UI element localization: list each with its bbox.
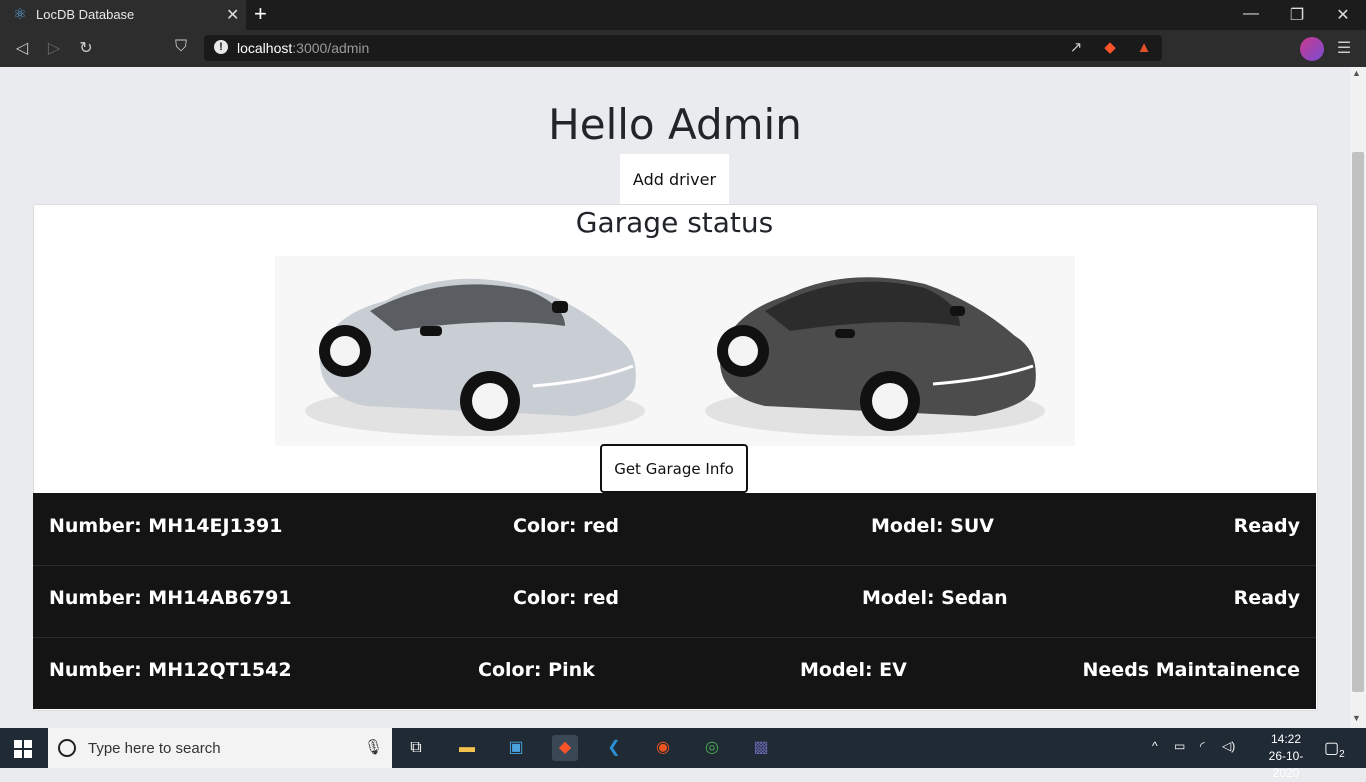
store-icon[interactable]: ▣ <box>503 735 529 761</box>
new-tab-button[interactable]: + <box>254 3 267 25</box>
car-status: Needs Maintainence <box>1082 659 1300 681</box>
clock[interactable]: 14:22 26-10-2020 <box>1256 731 1316 782</box>
car-image-silver <box>275 256 675 446</box>
volume-icon[interactable]: ◁) <box>1222 739 1235 753</box>
chevron-up-icon[interactable]: ^ <box>1152 739 1158 753</box>
car-number: Number: MH14AB6791 <box>49 587 292 609</box>
task-view-icon[interactable]: ⧉ <box>403 735 429 761</box>
url-text[interactable]: localhost:3000/admin <box>237 40 369 56</box>
chrome-icon[interactable]: ◎ <box>699 735 725 761</box>
battery-icon[interactable]: ▭ <box>1174 739 1185 753</box>
clock-date: 26-10-2020 <box>1268 749 1304 780</box>
table-row: Number: MH14EJ1391 Color: red Model: SUV… <box>33 493 1316 566</box>
car-color: Color: red <box>513 515 620 537</box>
url-host: localhost <box>237 40 293 56</box>
start-button[interactable] <box>14 740 32 758</box>
site-info-icon[interactable]: ! <box>214 40 228 54</box>
car-model: Model: Sedan <box>862 587 1008 609</box>
add-driver-button[interactable]: Add driver <box>620 154 729 204</box>
file-explorer-icon[interactable]: ▬ <box>454 735 480 761</box>
search-placeholder: Type here to search <box>88 740 221 757</box>
taskbar-search[interactable]: Type here to search 🎙 <box>48 728 392 768</box>
browser-tab[interactable]: ⚛ LocDB Database ✕ <box>0 0 246 30</box>
scroll-up-icon[interactable]: ▲ <box>1352 68 1361 78</box>
car-number: Number: MH14EJ1391 <box>49 515 283 537</box>
menu-icon[interactable]: ☰ <box>1333 38 1355 58</box>
car-status: Ready <box>1233 587 1300 609</box>
get-garage-info-button[interactable]: Get Garage Info <box>600 444 748 493</box>
ubuntu-icon[interactable]: ◉ <box>650 735 676 761</box>
url-path: :3000/admin <box>292 40 370 56</box>
clock-time: 14:22 <box>1270 732 1302 746</box>
back-button[interactable]: ◁ <box>11 38 33 58</box>
tab-close-icon[interactable]: ✕ <box>226 5 239 25</box>
car-color: Color: red <box>513 587 620 609</box>
car-status: Ready <box>1233 515 1300 537</box>
notification-count: 2 <box>1339 749 1345 761</box>
page-title: Hello Admin <box>548 100 802 149</box>
garage-title: Garage status <box>575 206 774 239</box>
share-icon[interactable]: ↗ <box>1067 39 1085 57</box>
vscode-icon[interactable]: ❮ <box>601 735 627 761</box>
cortana-icon <box>58 739 76 757</box>
reload-button[interactable]: ↻ <box>75 38 97 58</box>
car-model: Model: EV <box>800 659 907 681</box>
scroll-down-icon[interactable]: ▼ <box>1352 713 1361 723</box>
restore-button[interactable]: ❐ <box>1282 5 1312 25</box>
table-row: Number: MH14AB6791 Color: red Model: Sed… <box>33 565 1316 638</box>
brave-shields-icon[interactable]: ◆ <box>1101 39 1119 57</box>
microphone-icon[interactable]: 🎙 <box>364 738 383 756</box>
car-image-black <box>675 256 1075 446</box>
profile-avatar[interactable] <box>1300 37 1324 61</box>
car-number: Number: MH12QT1542 <box>49 659 292 681</box>
car-model: Model: SUV <box>871 515 994 537</box>
notification-center-icon[interactable]: ▢2 <box>1324 738 1345 760</box>
table-row: Number: MH12QT1542 Color: Pink Model: EV… <box>33 637 1316 709</box>
car-color: Color: Pink <box>478 659 595 681</box>
brave-rewards-icon[interactable]: ▲ <box>1135 39 1153 57</box>
brave-icon[interactable]: ◆ <box>552 735 578 761</box>
close-window-button[interactable]: ✕ <box>1328 5 1358 25</box>
wifi-icon[interactable]: ◜ <box>1200 739 1205 753</box>
react-icon: ⚛ <box>13 6 27 23</box>
forward-button[interactable]: ▷ <box>43 38 65 58</box>
scroll-thumb[interactable] <box>1352 152 1364 692</box>
minimize-button[interactable]: — <box>1236 5 1266 23</box>
bookmark-icon[interactable]: ⛉ <box>170 38 192 56</box>
teams-icon[interactable]: ▩ <box>748 735 774 761</box>
tab-title: LocDB Database <box>36 7 135 22</box>
garage-table: Number: MH14EJ1391 Color: red Model: SUV… <box>33 493 1316 709</box>
